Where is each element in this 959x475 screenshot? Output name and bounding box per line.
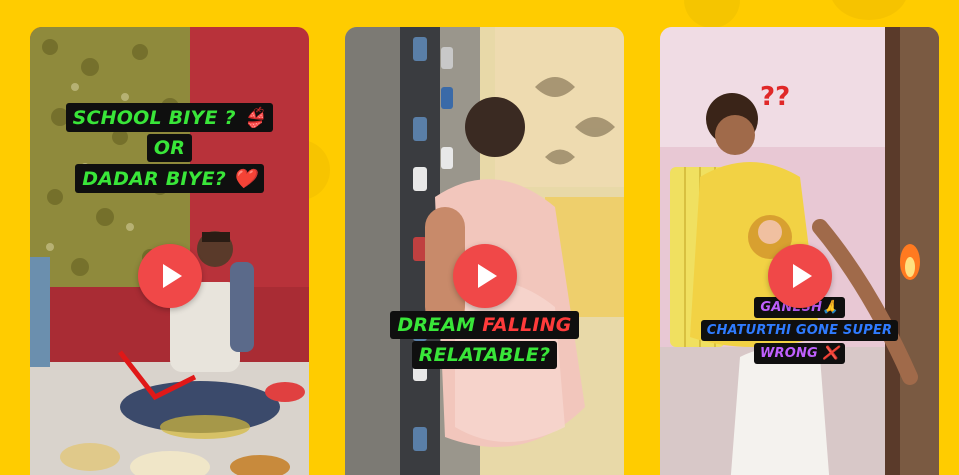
play-button[interactable] bbox=[137, 244, 202, 308]
video-caption: DREAM FALLING RELATABLE? bbox=[345, 311, 624, 369]
play-icon bbox=[792, 264, 812, 288]
decorative-circle bbox=[830, 0, 908, 20]
question-sticker: ?? bbox=[760, 82, 790, 112]
caption-word: FALLING bbox=[482, 314, 572, 336]
caption-line: OR bbox=[146, 134, 193, 162]
video-card-dream-falling[interactable]: DREAM FALLING RELATABLE? bbox=[345, 27, 624, 475]
caption-line: DREAM FALLING bbox=[390, 311, 579, 339]
caption-word: DREAM bbox=[397, 314, 483, 336]
decorative-circle bbox=[684, 0, 740, 28]
caption-line: DADAR BIYE? ❤️ bbox=[75, 164, 264, 193]
caption-line: SCHOOL BIYE ? 👙 bbox=[65, 103, 274, 132]
video-gallery: SCHOOL BIYE ? 👙 OR DADAR BIYE? ❤️ DREAM … bbox=[0, 0, 959, 475]
video-card-ganesh-chaturthi[interactable]: ?? GANESH🙏 CHATURTHI GONE SUPER WRONG ❌ bbox=[660, 27, 939, 475]
play-button[interactable] bbox=[767, 244, 832, 308]
video-caption: SCHOOL BIYE ? 👙 OR DADAR BIYE? ❤️ bbox=[30, 103, 309, 193]
play-button[interactable] bbox=[452, 244, 517, 308]
caption-line: WRONG ❌ bbox=[753, 343, 846, 364]
caption-line: RELATABLE? bbox=[411, 341, 558, 369]
video-card-school-biye[interactable]: SCHOOL BIYE ? 👙 OR DADAR BIYE? ❤️ bbox=[30, 27, 309, 475]
play-icon bbox=[477, 264, 497, 288]
caption-line: CHATURTHI GONE SUPER bbox=[700, 320, 899, 341]
play-icon bbox=[162, 264, 182, 288]
